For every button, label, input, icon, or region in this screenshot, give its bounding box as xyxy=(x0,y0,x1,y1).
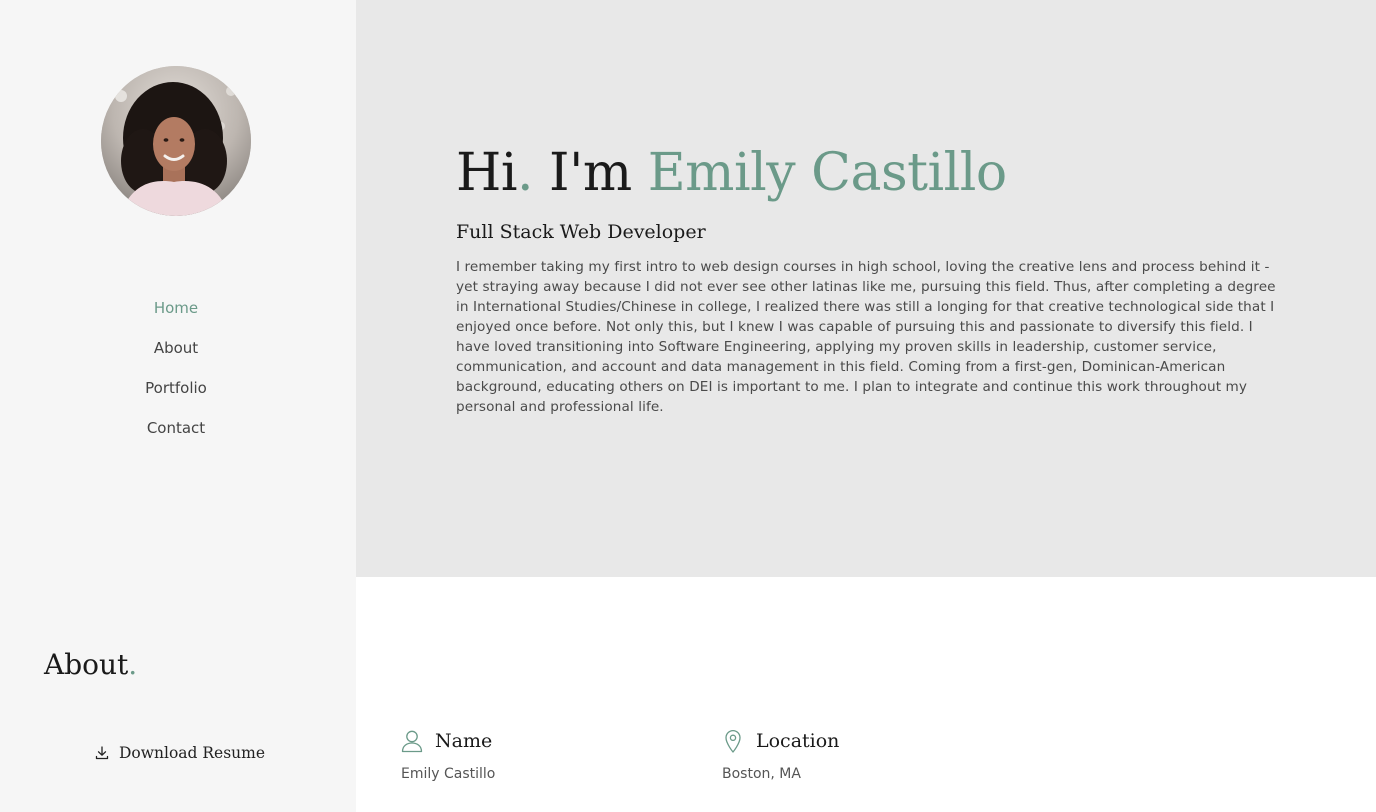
about-heading-dot: . xyxy=(128,648,138,681)
user-icon xyxy=(401,729,423,753)
hero-title-dot: . xyxy=(516,143,534,203)
about-name-label: Name xyxy=(435,730,493,752)
about-name-value: Emily Castillo xyxy=(401,766,496,782)
nav-item-portfolio[interactable]: Portfolio xyxy=(0,368,352,408)
about-location-value: Boston, MA xyxy=(722,766,801,782)
avatar xyxy=(101,66,251,216)
download-icon xyxy=(94,745,110,761)
download-resume-label: Download Resume xyxy=(119,744,266,762)
sidebar: Home About Portfolio Contact Download Re… xyxy=(0,0,356,812)
hero-title-name: Emily Castillo xyxy=(647,143,1008,203)
hero-subtitle: Full Stack Web Developer xyxy=(456,221,706,243)
hero-bio: I remember taking my first intro to web … xyxy=(456,259,1276,415)
about-section xyxy=(356,577,1376,812)
profile-photo xyxy=(101,66,251,216)
map-pin-icon xyxy=(722,729,744,753)
nav-item-home[interactable]: Home xyxy=(0,288,352,328)
hero-title: Hi. I'm Emily Castillo xyxy=(456,140,1007,206)
download-resume-button[interactable]: Download Resume xyxy=(94,744,265,762)
hero-title-hi: Hi xyxy=(456,143,517,203)
about-heading-text: About xyxy=(44,648,129,681)
main-nav: Home About Portfolio Contact xyxy=(0,288,352,448)
about-location-label: Location xyxy=(756,730,840,752)
about-location-block: Location Boston, MA xyxy=(722,726,839,782)
nav-item-contact[interactable]: Contact xyxy=(0,408,352,448)
hero-section: Hi. I'm Emily Castillo Full Stack Web De… xyxy=(356,0,1376,577)
hero-title-im: I'm xyxy=(533,143,648,203)
about-heading: About. xyxy=(44,646,137,684)
nav-item-about[interactable]: About xyxy=(0,328,352,368)
about-name-block: Name Emily Castillo xyxy=(401,726,495,782)
